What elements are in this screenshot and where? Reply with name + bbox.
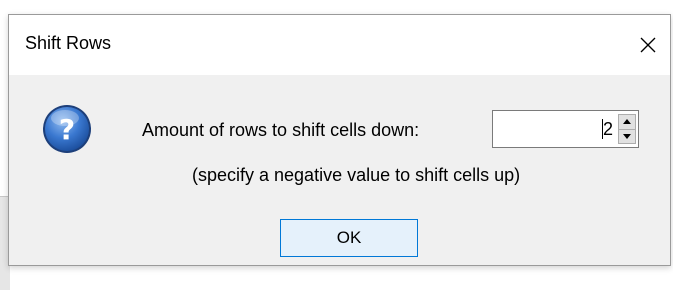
rows-spinner[interactable]: [492, 110, 639, 148]
arrow-up-icon: [623, 119, 631, 125]
spin-down-button[interactable]: [618, 129, 636, 144]
dialog-titlebar: Shift Rows: [9, 15, 670, 75]
ok-button[interactable]: OK: [280, 219, 418, 257]
rows-amount-input[interactable]: [493, 111, 617, 147]
close-icon: [640, 37, 656, 53]
spin-up-button[interactable]: [618, 114, 636, 130]
negative-value-hint: (specify a negative value to shift cells…: [192, 165, 521, 185]
arrow-down-icon: [623, 133, 631, 139]
rows-prompt-label: Amount of rows to shift cells down:: [142, 120, 420, 140]
shift-rows-dialog: Shift Rows ? Amount of rows to shift cel…: [8, 14, 671, 266]
text-caret: [602, 119, 603, 139]
close-button[interactable]: [630, 27, 666, 63]
svg-text:?: ?: [59, 113, 75, 146]
spin-buttons: [618, 114, 636, 144]
dialog-title: Shift Rows: [25, 33, 112, 53]
question-help-icon: ?: [43, 105, 91, 153]
